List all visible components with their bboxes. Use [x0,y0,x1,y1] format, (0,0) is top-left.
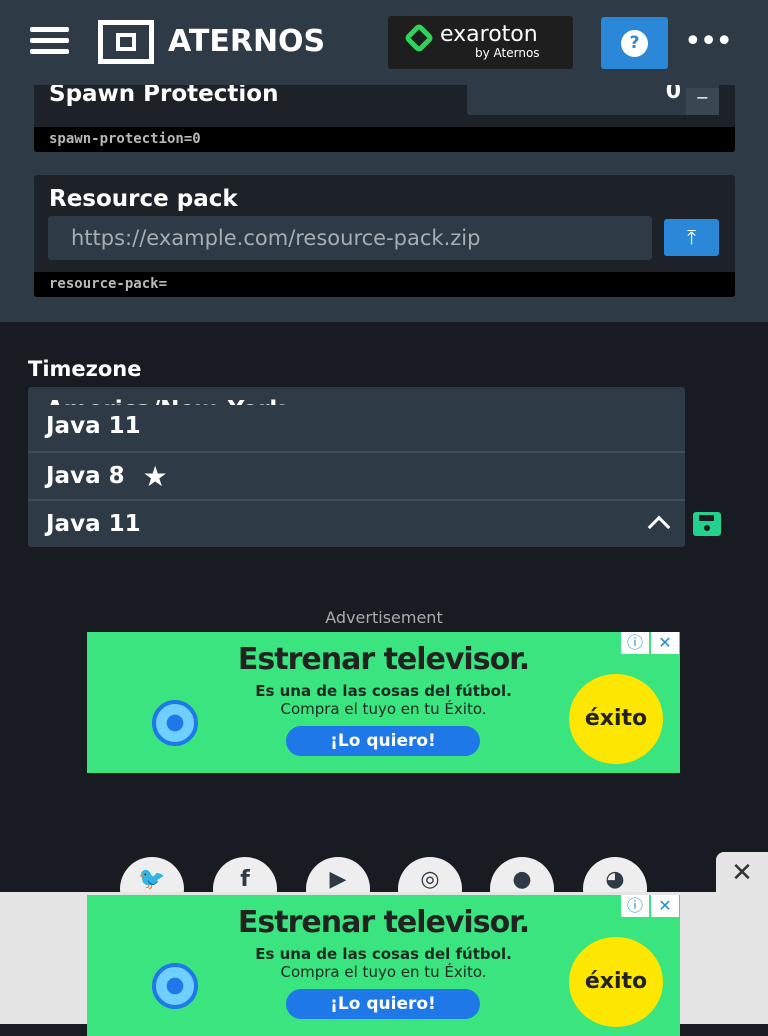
ad-banner[interactable]: Estrenar televisor. Es una de las cosas … [87,632,680,773]
brand-name[interactable]: ATERNOS [168,24,325,59]
ad-headline: Estrenar televisor. [237,642,530,677]
ad-cta-button[interactable]: ¡Lo quiero! [286,726,480,756]
save-icon[interactable] [693,512,721,536]
ad-info-icon[interactable]: ⓘ [621,895,649,917]
close-icon: ✕ [731,858,753,888]
decrement-button[interactable]: − [686,88,719,115]
star-icon: ★ [142,459,168,493]
resource-pack-code: resource-pack= [34,272,735,297]
option-label: Java 11 [46,413,141,439]
top-header: ATERNOS exaroton by Aternos ? ••• [0,0,768,85]
exaroton-button[interactable]: exaroton by Aternos [388,16,573,69]
resource-pack-card: Resource pack https://example.com/resour… [34,175,735,297]
soccer-ball-icon [152,700,198,746]
more-icon[interactable]: ••• [684,24,733,59]
exaroton-label: exaroton [440,22,538,47]
resource-pack-label: Resource pack [49,186,238,212]
ad-cta-button[interactable]: ¡Lo quiero! [286,989,480,1019]
timezone-label: Timezone [28,357,142,381]
soccer-ball-icon [152,963,198,1009]
upload-icon: ⤒ [687,225,696,249]
help-icon: ? [621,29,648,57]
ad-headline: Estrenar televisor. [237,905,530,940]
spawn-protection-code: spawn-protection=0 [34,127,735,152]
chevron-up-icon [647,515,671,539]
selected-label: Java 11 [46,511,141,537]
java-version-dropdown[interactable]: America/New_York Java 11 Java 8★ Java 11 [28,387,685,547]
help-button[interactable]: ? [601,17,668,69]
dropdown-option[interactable]: Java 11 [28,399,685,453]
advertisement-label: Advertisement [325,608,443,627]
dropdown-selected[interactable]: Java 11 [28,499,685,547]
upload-button[interactable]: ⤒ [664,219,719,256]
sticky-ad-banner[interactable]: Estrenar televisor. Es una de las cosas … [87,895,680,1036]
ad-brand-logo: éxito [569,674,663,764]
resource-pack-input[interactable]: https://example.com/resource-pack.zip [48,216,652,260]
exaroton-sub: by Aternos [475,46,540,60]
ad-close-icon[interactable]: ✕ [651,895,679,917]
aternos-logo-icon[interactable] [98,20,154,64]
ad-close-icon[interactable]: ✕ [651,632,679,654]
ad-info-icon[interactable]: ⓘ [621,632,649,654]
menu-icon[interactable] [30,27,69,54]
ad-brand-logo: éxito [569,937,663,1027]
exaroton-icon [403,22,435,54]
dropdown-option[interactable]: Java 8 ★ [28,451,685,499]
option-label: Java 8 [46,463,125,489]
sticky-ad-close-tab[interactable]: ✕ [716,852,768,894]
